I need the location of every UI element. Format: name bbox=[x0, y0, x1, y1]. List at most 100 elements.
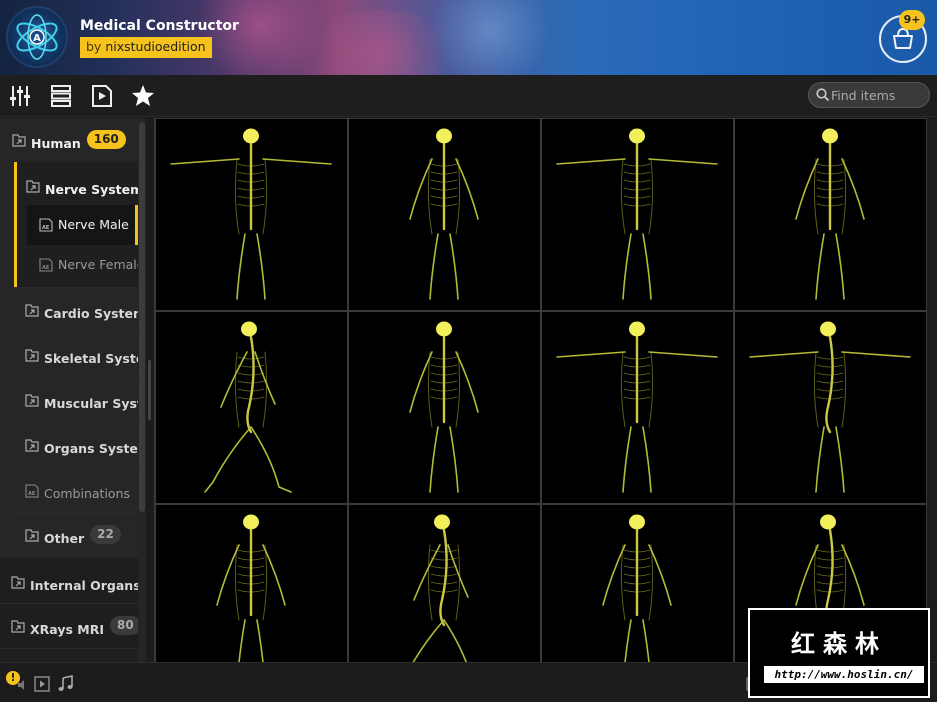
tree-item-label: Organs System bbox=[44, 441, 146, 456]
thumbnail-item[interactable] bbox=[156, 505, 347, 662]
tree-item-nerve-system[interactable]: Nerve System bbox=[26, 174, 146, 197]
tree-item-label: Internal Organs bbox=[30, 578, 141, 593]
music-note-icon[interactable] bbox=[57, 675, 75, 693]
divider bbox=[14, 422, 138, 423]
folder-link-icon bbox=[26, 179, 40, 193]
watermark-url: http://www.hoslin.cn/ bbox=[764, 666, 924, 683]
count-badge: 22 bbox=[90, 525, 121, 544]
divider bbox=[14, 332, 138, 333]
tree-item-label: Human bbox=[31, 136, 81, 151]
tree-item-nerve-male[interactable]: AE Nerve Male bbox=[39, 217, 129, 232]
nerve-figure-image bbox=[409, 128, 479, 300]
thumbnail-grid bbox=[154, 118, 927, 662]
thumbnail-item[interactable] bbox=[349, 119, 540, 310]
nerve-figure-image bbox=[602, 514, 672, 662]
divider bbox=[14, 377, 138, 378]
nerve-figure-image bbox=[216, 514, 286, 662]
search-box[interactable] bbox=[808, 82, 930, 108]
search-icon bbox=[816, 88, 830, 102]
tree-item-human[interactable]: Human 160 bbox=[12, 128, 126, 151]
tree-item-label: Muscular System bbox=[44, 396, 146, 411]
folder-link-icon bbox=[25, 348, 39, 362]
app-logo: A bbox=[6, 6, 68, 68]
app-header: A Medical Constructor by nixstudioeditio… bbox=[0, 0, 937, 75]
cart-count-badge: 9+ bbox=[899, 10, 925, 30]
by-label: by bbox=[86, 39, 102, 54]
tree-item-label: Nerve Male bbox=[58, 217, 129, 232]
nerve-figure-image bbox=[556, 321, 718, 493]
tree-item-muscular-system[interactable]: Muscular System bbox=[25, 388, 146, 411]
video-file-icon[interactable] bbox=[90, 84, 116, 108]
thumbnail-item[interactable] bbox=[156, 119, 347, 310]
thumbnail-item[interactable] bbox=[735, 312, 926, 503]
tree-item-cardio-system[interactable]: Cardio System bbox=[25, 298, 146, 321]
count-badge: 160 bbox=[86, 130, 126, 149]
scrollbar-thumb[interactable] bbox=[139, 122, 145, 512]
svg-text:A: A bbox=[33, 33, 41, 44]
ae-file-icon: AE bbox=[39, 257, 53, 272]
author-badge[interactable]: by nixstudioedition bbox=[80, 37, 212, 58]
thumbnail-item[interactable] bbox=[542, 312, 733, 503]
search-input[interactable] bbox=[831, 86, 927, 104]
sliders-icon[interactable] bbox=[8, 84, 34, 108]
app-title: Medical Constructor bbox=[80, 18, 239, 34]
folder-link-icon bbox=[25, 528, 39, 542]
nerve-figure-image bbox=[170, 128, 332, 300]
tree-item-xrays-mri[interactable]: XRays MRI 80 bbox=[11, 614, 141, 637]
toolbar bbox=[0, 75, 937, 117]
svg-text:AE: AE bbox=[42, 265, 50, 271]
header-art bbox=[420, 0, 560, 75]
tree-item-label: Combinations bbox=[44, 486, 130, 501]
folder-link-icon bbox=[12, 133, 26, 147]
divider bbox=[0, 603, 138, 604]
tree-item-label: Other bbox=[44, 531, 85, 546]
star-icon[interactable] bbox=[131, 84, 157, 108]
thumbnail-item[interactable] bbox=[349, 312, 540, 503]
nerve-figure-image bbox=[749, 321, 911, 493]
list-view-icon[interactable] bbox=[49, 84, 75, 108]
nerve-figure-image bbox=[412, 514, 469, 662]
tree-item-label: Cardio System bbox=[44, 306, 146, 321]
folder-link-icon bbox=[11, 619, 25, 633]
folder-link-icon bbox=[25, 393, 39, 407]
tree-item-label: Skeletal System bbox=[44, 351, 146, 366]
nerve-figure-image bbox=[204, 321, 292, 493]
nerve-figure-image bbox=[795, 128, 865, 300]
nerve-figure-image bbox=[409, 321, 479, 493]
thumbnail-item[interactable] bbox=[542, 505, 733, 662]
count-badge: 80 bbox=[109, 616, 141, 635]
thumbnail-item[interactable] bbox=[156, 312, 347, 503]
svg-text:AE: AE bbox=[42, 225, 50, 231]
tree-item-label: Nerve System bbox=[45, 182, 144, 197]
sidebar-scrollbar[interactable] bbox=[138, 118, 146, 662]
tree-item-label: XRays MRI bbox=[30, 622, 104, 637]
play-icon[interactable] bbox=[34, 676, 50, 692]
watermark: 红森林 http://www.hoslin.cn/ bbox=[748, 608, 930, 698]
category-sidebar: Human 160 Nerve System AE Nerve Male AE … bbox=[0, 118, 146, 662]
selected-indicator bbox=[14, 162, 17, 287]
svg-text:AE: AE bbox=[28, 491, 36, 497]
tree-item-combinations[interactable]: AE Combinations bbox=[25, 480, 130, 501]
tree-item-internal-organs[interactable]: Internal Organs bbox=[11, 570, 146, 593]
divider bbox=[14, 287, 138, 288]
folder-link-icon bbox=[25, 438, 39, 452]
thumbnail-item[interactable] bbox=[735, 119, 926, 310]
divider bbox=[0, 648, 138, 649]
audio-icon[interactable] bbox=[16, 679, 28, 691]
watermark-title: 红森林 bbox=[791, 629, 887, 658]
divider bbox=[14, 467, 138, 468]
tree-item-organs-system[interactable]: Organs System bbox=[25, 433, 146, 456]
folder-link-icon bbox=[25, 303, 39, 317]
tree-item-label: Nerve Female bbox=[58, 257, 145, 272]
panel-resize-handle[interactable] bbox=[148, 360, 151, 420]
author-name: nixstudioedition bbox=[105, 39, 206, 54]
tree-item-nerve-female[interactable]: AE Nerve Female bbox=[39, 257, 144, 272]
tree-item-skeletal-system[interactable]: Skeletal System bbox=[25, 343, 146, 366]
nerve-figure-image bbox=[556, 128, 718, 300]
tree-item-other[interactable]: Other 22 bbox=[25, 523, 121, 546]
divider bbox=[14, 512, 138, 513]
ae-file-icon: AE bbox=[25, 483, 39, 498]
thumbnail-item[interactable] bbox=[349, 505, 540, 662]
folder-link-icon bbox=[11, 575, 25, 589]
thumbnail-item[interactable] bbox=[542, 119, 733, 310]
